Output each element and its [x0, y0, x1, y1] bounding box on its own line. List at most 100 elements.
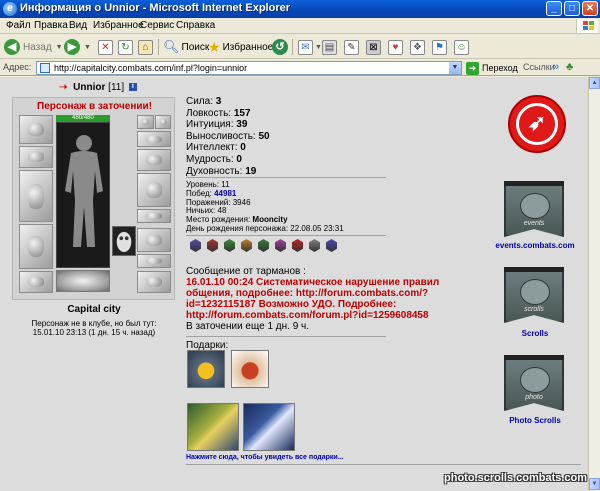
- events-banner-icon[interactable]: events: [504, 181, 564, 237]
- character-level: [11]: [108, 82, 125, 93]
- address-url[interactable]: http://capitalcity.combats.com/inf.pl?lo…: [54, 63, 247, 73]
- stat-wisdom: Мудрость: 0: [186, 153, 242, 165]
- ornament-gift-icon[interactable]: [231, 350, 269, 388]
- home-button[interactable]: ⌂: [138, 38, 153, 56]
- search-icon: 🔍︎: [163, 39, 180, 54]
- divider: [186, 235, 386, 236]
- city-name: Capital city: [67, 304, 121, 315]
- earring-slot[interactable]: [137, 115, 154, 129]
- tool-button[interactable]: ⚑: [432, 38, 447, 56]
- legs-slot[interactable]: [137, 228, 171, 252]
- address-bar: Адрес: http://capitalcity.combats.com/in…: [0, 60, 600, 76]
- menu-edit[interactable]: Правка: [34, 20, 68, 31]
- medal-8-icon[interactable]: [309, 239, 320, 252]
- discuss-button[interactable]: ⊠: [366, 38, 381, 56]
- medal-3-icon[interactable]: [224, 239, 235, 252]
- close-button[interactable]: ✕: [582, 1, 598, 16]
- events-link[interactable]: events.combats.com: [490, 241, 580, 250]
- print-button[interactable]: ▤: [322, 38, 337, 56]
- links-chevron-icon[interactable]: »: [553, 61, 559, 73]
- address-input[interactable]: http://capitalcity.combats.com/inf.pl?lo…: [36, 61, 462, 75]
- stat-spirituality: Духовность: 19: [186, 165, 257, 177]
- mail-button[interactable]: ✉ ▼: [298, 38, 322, 56]
- photo-scrolls-banner-icon[interactable]: photo: [504, 355, 564, 411]
- new-year-card-1-icon[interactable]: [187, 403, 239, 451]
- amulet-slot[interactable]: [155, 115, 171, 129]
- character-details: Уровень: 11 Побед: 44981 Поражений: 3946…: [186, 180, 344, 234]
- history-icon: ↺: [272, 39, 288, 55]
- medal-5-icon[interactable]: [258, 239, 269, 252]
- edit-button[interactable]: ✎: [344, 38, 359, 56]
- print-icon: ▤: [322, 39, 337, 55]
- medal-1-icon[interactable]: [190, 239, 201, 252]
- leggings-slot[interactable]: [137, 209, 171, 223]
- menu-help[interactable]: Справка: [176, 20, 215, 31]
- weapon-slot[interactable]: [19, 170, 53, 222]
- stop-button[interactable]: ✕: [98, 38, 113, 56]
- back-button[interactable]: ◀ Назад ▼: [4, 38, 63, 56]
- belt-slot[interactable]: [19, 271, 53, 293]
- medal-9-icon[interactable]: [326, 239, 337, 252]
- info-icon[interactable]: i: [128, 83, 137, 92]
- medal-2-icon[interactable]: [207, 239, 218, 252]
- scrolls-banner-icon[interactable]: scrolls: [504, 267, 564, 323]
- menu-bar: Файл Правка Вид Избранное Сервис Справка: [0, 18, 600, 34]
- messenger-button[interactable]: ♥: [388, 38, 403, 56]
- search-button[interactable]: 🔍︎ Поиск: [163, 38, 209, 56]
- maximize-button[interactable]: □: [564, 1, 580, 16]
- owl-pet[interactable]: [112, 226, 136, 256]
- mail-icon: ✉: [298, 39, 313, 55]
- address-dropdown-icon[interactable]: ▼: [449, 62, 461, 74]
- history-button[interactable]: ↺: [272, 38, 288, 56]
- see-all-gifts-link[interactable]: Нажмите сюда, чтобы увидеть все подарки.…: [186, 454, 344, 461]
- go-button[interactable]: ➜ Переход: [466, 61, 518, 75]
- bracer-slot[interactable]: [19, 146, 53, 168]
- refresh-button[interactable]: ↻: [118, 38, 133, 56]
- message-text[interactable]: 16.01.10 00:24 Систематическое нарушение…: [186, 277, 476, 321]
- forward-button[interactable]: ▶ ▼: [64, 38, 91, 56]
- character-avatar: [56, 122, 110, 268]
- boots-slot[interactable]: [137, 254, 171, 268]
- divider: [186, 464, 581, 465]
- stat-endurance: Выносливость: 50: [186, 130, 270, 142]
- scroll-down-icon[interactable]: ▼: [589, 478, 600, 490]
- menu-tools[interactable]: Сервис: [140, 20, 174, 31]
- prison-status: Персонаж в заточении!: [37, 101, 152, 112]
- medal-4-icon[interactable]: [241, 239, 252, 252]
- messenger-icon: ♥: [388, 39, 403, 55]
- page-icon: [40, 63, 50, 73]
- menu-favorites[interactable]: Избранное: [93, 20, 144, 31]
- menu-view[interactable]: Вид: [69, 20, 87, 31]
- character-name: ➝ Unnior [11] i: [59, 82, 137, 93]
- go-arrow-icon: ➜: [466, 61, 479, 75]
- photo-scrolls-link[interactable]: Photo Scrolls: [490, 416, 580, 425]
- research-button[interactable]: ❖: [410, 38, 425, 56]
- extension-icon[interactable]: ♣: [566, 61, 573, 73]
- archer-emblem-icon[interactable]: ➶: [508, 95, 566, 153]
- scroll-up-icon[interactable]: ▲: [589, 77, 600, 89]
- smiley-gift-icon[interactable]: [187, 350, 225, 388]
- menu-file[interactable]: Файл: [6, 20, 31, 31]
- scrolls-link[interactable]: Scrolls: [490, 329, 580, 338]
- minimize-button[interactable]: _: [546, 1, 562, 16]
- window-title: Информация о Unnior - Microsoft Internet…: [20, 2, 290, 14]
- toolbar-separator: [292, 39, 293, 55]
- belt-item[interactable]: [56, 270, 110, 292]
- users-button[interactable]: ☺: [454, 38, 469, 56]
- ring-slot[interactable]: [137, 131, 171, 147]
- helmet-slot[interactable]: [19, 115, 53, 144]
- shield-slot[interactable]: [137, 173, 171, 207]
- gloves-slot[interactable]: [137, 149, 171, 171]
- vertical-scrollbar[interactable]: ▲ ▼: [588, 77, 600, 491]
- detail-birthday: День рождения персонажа: 22.08.05 23:31: [186, 223, 344, 233]
- discuss-icon: ⊠: [366, 39, 381, 55]
- links-button[interactable]: Ссылки: [523, 62, 555, 72]
- tool-icon: ⚑: [432, 39, 447, 55]
- armor-slot[interactable]: [19, 224, 53, 269]
- medal-6-icon[interactable]: [275, 239, 286, 252]
- boot-slot[interactable]: [137, 271, 171, 293]
- stat-strength: Сила: 3: [186, 96, 222, 107]
- medal-7-icon[interactable]: [292, 239, 303, 252]
- favorites-button[interactable]: ★ Избранное: [208, 38, 273, 56]
- new-year-card-2-icon[interactable]: [243, 403, 295, 451]
